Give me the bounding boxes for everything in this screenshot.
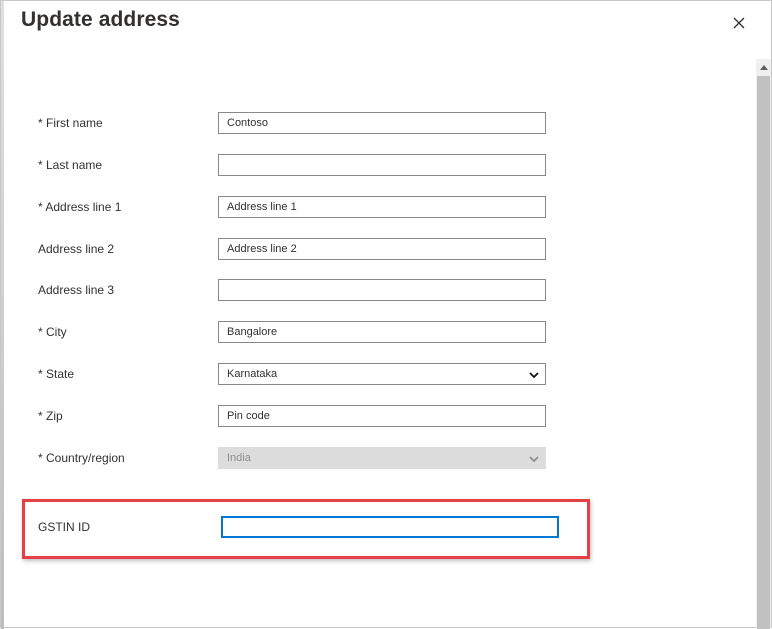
last-name-label: * Last name [38, 158, 103, 172]
window-edge [1, 1, 4, 629]
address-line-3-row: Address line 3 [38, 279, 558, 303]
scroll-up-button[interactable] [756, 59, 771, 75]
zip-input[interactable] [218, 405, 546, 427]
chevron-down-icon [529, 456, 539, 463]
scrollbar-thumb[interactable] [757, 76, 770, 629]
scroll-up-arrow-icon [759, 65, 768, 70]
country-row: * Country/region India [38, 447, 558, 471]
first-name-input[interactable] [218, 112, 546, 134]
city-input[interactable] [218, 321, 546, 343]
gstin-label: GSTIN ID [38, 520, 91, 534]
state-label: * State [38, 367, 75, 381]
address-line-1-input[interactable] [218, 196, 546, 218]
first-name-row: * First name [38, 112, 558, 136]
address-line-1-row: * Address line 1 [38, 196, 558, 220]
zip-label: * Zip [38, 409, 63, 423]
last-name-row: * Last name [38, 154, 558, 178]
country-selected-value: India [227, 452, 251, 464]
state-selected-value: Karnataka [227, 368, 278, 380]
city-label: * City [38, 325, 67, 339]
chevron-down-icon [529, 372, 539, 379]
update-address-dialog: Update address * First name * Last name … [0, 0, 772, 629]
dialog-title: Update address [21, 8, 180, 31]
last-name-input[interactable] [218, 154, 546, 176]
address-line-3-label: Address line 3 [38, 283, 115, 297]
city-row: * City [38, 321, 558, 345]
first-name-label: * First name [38, 116, 103, 130]
address-line-2-label: Address line 2 [38, 242, 115, 256]
gstin-input[interactable] [221, 516, 559, 538]
address-line-1-label: * Address line 1 [38, 200, 122, 214]
state-select[interactable]: Karnataka [218, 363, 546, 385]
address-line-3-input[interactable] [218, 279, 546, 301]
close-button[interactable] [727, 11, 751, 35]
vertical-scrollbar[interactable] [756, 59, 771, 629]
address-line-2-input[interactable] [218, 238, 546, 260]
country-label: * Country/region [38, 451, 125, 465]
zip-row: * Zip [38, 405, 558, 429]
country-select: India [218, 447, 546, 469]
state-row: * State Karnataka [38, 363, 558, 387]
address-line-2-row: Address line 2 [38, 238, 558, 262]
close-icon [733, 17, 745, 29]
